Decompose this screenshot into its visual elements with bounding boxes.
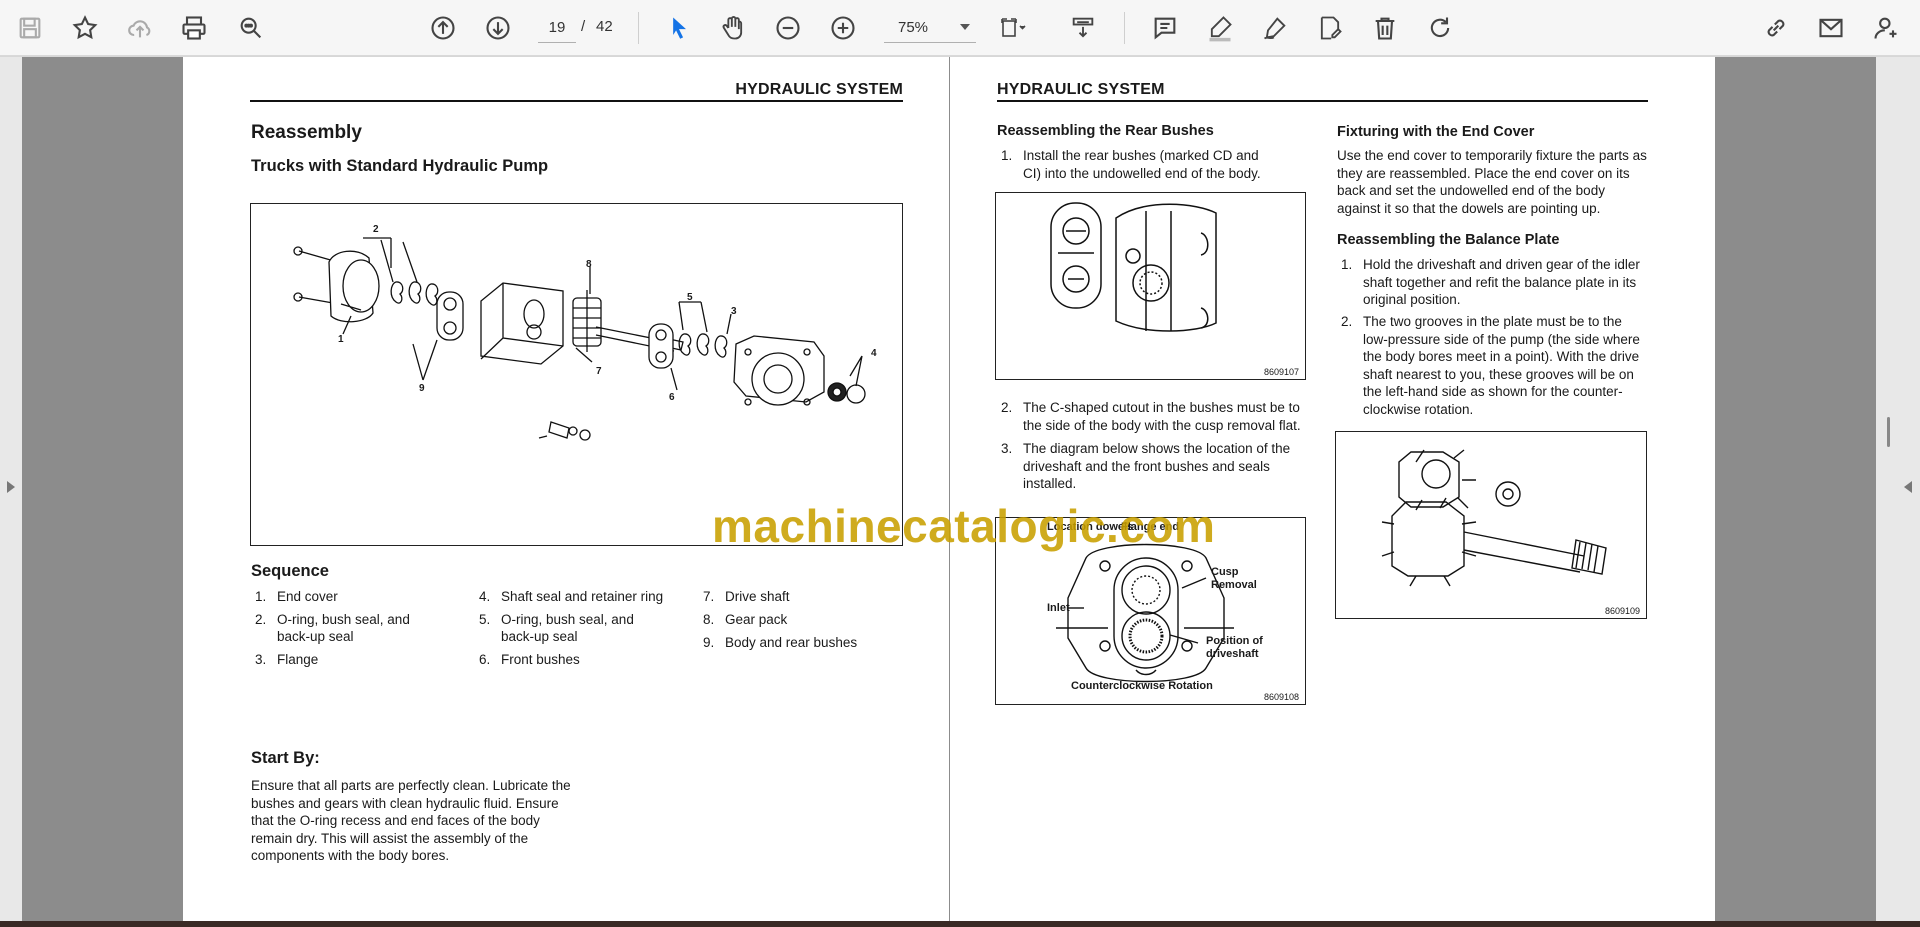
rear-bushes-figure: 8609107 [995, 192, 1306, 380]
page-header: HYDRAULIC SYSTEM [735, 81, 903, 98]
page-up-icon[interactable] [425, 10, 461, 46]
start-by-text: Ensure that all parts are perfectly clea… [251, 778, 571, 864]
label-inlet: Inlet [1047, 602, 1070, 614]
figure-code: 8609109 [1604, 606, 1640, 616]
callout-5: 5 [687, 292, 693, 303]
scrollbar-thumb[interactable] [1887, 417, 1890, 447]
bottom-edge [0, 921, 1920, 927]
zoom-in-icon[interactable] [825, 10, 861, 46]
comment-icon[interactable] [1147, 10, 1183, 46]
callout-4: 4 [871, 348, 877, 359]
fill-sign-icon[interactable] [1312, 10, 1348, 46]
list-item: 1. Install the rear bushes (marked CD and… [1001, 148, 1261, 181]
list-item: 5. O-ring, bush seal, and back-up seal [479, 612, 634, 644]
chevron-down-icon [960, 24, 970, 30]
list-item: 8. Gear pack [703, 612, 788, 627]
print-icon[interactable] [176, 10, 212, 46]
list-item: 1. End cover [255, 589, 338, 604]
list-item: 3. The diagram below shows the location o… [1001, 441, 1291, 491]
save-icon[interactable] [12, 10, 48, 46]
scroll-mode-icon[interactable] [1065, 10, 1101, 46]
callout-9: 9 [419, 383, 425, 394]
label-driveshaft-position: Position of driveshaft [1206, 635, 1263, 660]
exploded-view-drawing [293, 237, 866, 441]
callout-8: 8 [586, 259, 592, 270]
list-item: 2. The C-shaped cutout in the bushes must… [1001, 400, 1301, 433]
header-rule [250, 100, 903, 102]
header-rule [997, 100, 1648, 102]
rotate-icon[interactable] [1422, 10, 1458, 46]
zoom-select[interactable]: 75% [884, 13, 976, 43]
section-title: Reassembly [251, 122, 362, 143]
hand-tool-icon[interactable] [715, 10, 751, 46]
email-icon[interactable] [1813, 10, 1849, 46]
share-link-icon[interactable] [1758, 10, 1794, 46]
sequence-column-1: 1. End cover 2. O-ring, bush seal, and bac… [255, 588, 435, 674]
fixturing-heading: Fixturing with the End Cover [1337, 124, 1535, 140]
rear-bushes-heading: Reassembling the Rear Bushes [997, 123, 1214, 139]
sequence-column-2: 4. Shaft seal and retainer ring 5. O-ring,… [479, 588, 669, 674]
fit-page-icon[interactable] [995, 10, 1031, 46]
page-separator: / [581, 18, 586, 35]
list-item: 9. Body and rear bushes [703, 635, 858, 650]
list-item: 4. Shaft seal and retainer ring [479, 589, 664, 604]
label-rotation: Counterclockwise Rotation [1071, 680, 1213, 692]
right-panel-toggle[interactable] [1876, 57, 1920, 921]
page-number-input[interactable] [538, 13, 576, 43]
sequence-heading: Sequence [251, 562, 329, 580]
page-header: HYDRAULIC SYSTEM [997, 81, 1165, 98]
bookmark-star-icon[interactable] [67, 10, 103, 46]
callout-3: 3 [731, 306, 737, 317]
zoom-value: 75% [898, 19, 929, 36]
balance-plate-drawing [1381, 449, 1607, 587]
label-cusp-removal: Cusp Removal [1211, 566, 1257, 591]
zoom-out-icon[interactable] [770, 10, 806, 46]
draw-icon[interactable] [1257, 10, 1293, 46]
balance-plate-heading: Reassembling the Balance Plate [1337, 232, 1560, 248]
sequence-column-3: 7. Drive shaft 8. Gear pack 9. Body and rea… [703, 588, 903, 657]
fixturing-text: Use the end cover to temporarily fixture… [1337, 148, 1647, 216]
expand-right-icon [1904, 481, 1912, 493]
list-item: 2. The two grooves in the plate must be t… [1341, 314, 1640, 417]
upload-cloud-icon[interactable] [122, 10, 158, 46]
expand-left-icon [7, 481, 15, 493]
list-item: 1. Hold the driveshaft and driven gear of… [1341, 257, 1640, 307]
find-icon[interactable] [233, 10, 269, 46]
section-subtitle: Trucks with Standard Hydraulic Pump [251, 157, 549, 175]
rear-bushes-drawing [1050, 202, 1217, 332]
select-cursor-icon[interactable] [661, 10, 697, 46]
watermark: machinecatalogic.com [712, 500, 1216, 552]
page-total: 42 [596, 18, 613, 35]
list-item: 6. Front bushes [479, 652, 580, 667]
toolbar-divider [638, 12, 639, 44]
list-item: 2. O-ring, bush seal, and back-up seal [255, 612, 410, 644]
toolbar-divider [1124, 12, 1125, 44]
page-left: HYDRAULIC SYSTEM Reassembly Trucks with … [183, 57, 949, 921]
highlight-icon[interactable] [1202, 10, 1238, 46]
start-by-heading: Start By: [251, 749, 320, 767]
account-icon[interactable] [1868, 10, 1904, 46]
balance-plate-figure: 8609109 [1335, 431, 1647, 619]
pump-exploded-diagram: 2 8 5 3 4 1 9 7 6 [250, 203, 903, 546]
callout-1: 1 [338, 334, 344, 345]
callout-6: 6 [669, 392, 675, 403]
callout-2: 2 [373, 224, 379, 235]
page-right: HYDRAULIC SYSTEM Reassembling the Rear B… [950, 57, 1715, 921]
left-panel-toggle[interactable] [0, 57, 22, 921]
figure-code: 8609108 [1263, 692, 1299, 702]
page-down-icon[interactable] [480, 10, 516, 46]
delete-icon[interactable] [1367, 10, 1403, 46]
list-item: 7. Drive shaft [703, 589, 790, 604]
figure-code: 8609107 [1263, 367, 1299, 377]
document-viewport[interactable]: HYDRAULIC SYSTEM Reassembly Trucks with … [0, 57, 1920, 921]
toolbar: / 42 75% [0, 0, 1920, 56]
callout-7: 7 [596, 366, 602, 377]
list-item: 3. Flange [255, 652, 319, 667]
